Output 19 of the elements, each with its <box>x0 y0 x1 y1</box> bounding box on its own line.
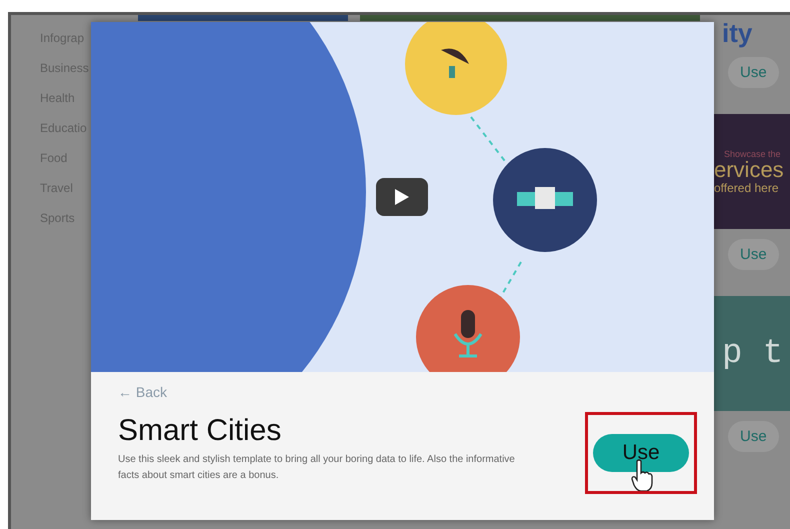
template-thumbnail[interactable] <box>138 15 348 21</box>
back-link[interactable]: ← Back <box>118 384 518 400</box>
template-title: ity <box>722 19 752 47</box>
preview-text: p t <box>721 334 784 372</box>
preview-text: offered here <box>714 180 780 194</box>
template-description: Use this sleek and stylish template to bring all your boring data to life. Also the informative facts about smart cities are a bonus. <box>118 453 516 483</box>
preview-text: ervices <box>714 158 785 180</box>
use-button[interactable]: Use <box>728 421 779 452</box>
template-preview[interactable]: Showcase the ervices offered here <box>714 114 790 229</box>
template-thumbnail[interactable] <box>360 15 700 21</box>
preview-text: Showcase the <box>723 148 782 158</box>
use-button[interactable]: Use <box>728 239 779 270</box>
hand-cursor-icon <box>631 459 653 491</box>
template-title: Smart Cities <box>118 414 282 448</box>
use-button[interactable]: Use <box>728 57 779 88</box>
play-button[interactable] <box>376 178 428 216</box>
template-preview[interactable]: p t <box>714 296 790 411</box>
play-icon <box>395 189 409 205</box>
use-button[interactable]: Use <box>593 434 689 472</box>
